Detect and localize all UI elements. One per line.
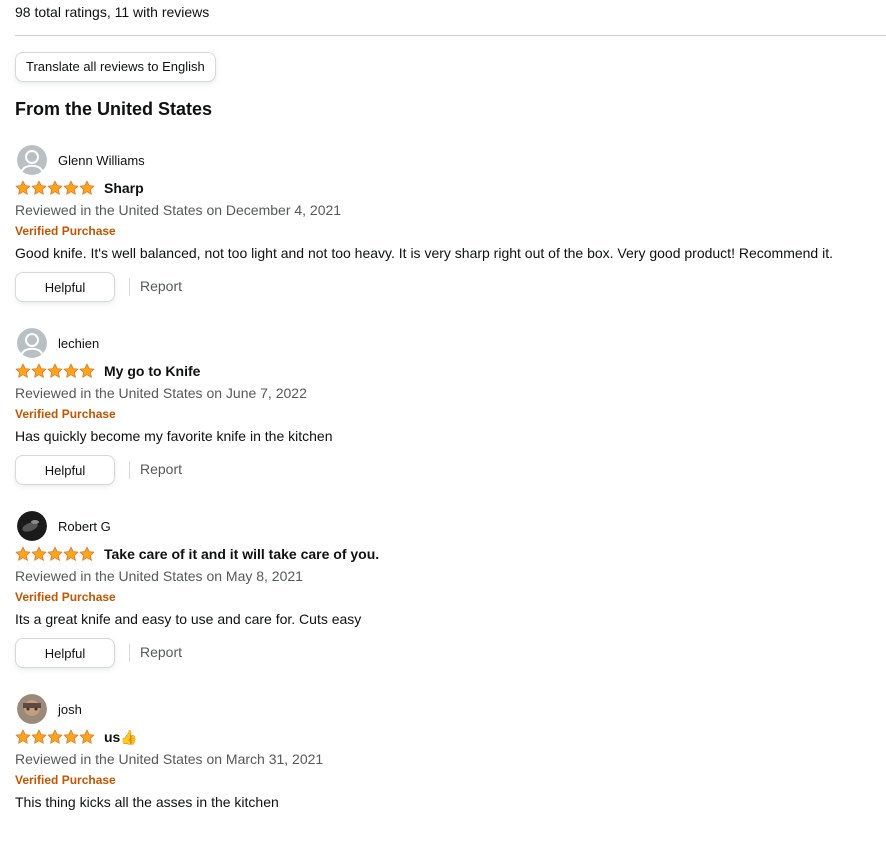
review-date: Reviewed in the United States on May 8, … [15, 568, 303, 584]
avatar-icon [17, 145, 47, 175]
star-rating[interactable] [15, 180, 95, 196]
review-date: Reviewed in the United States on Decembe… [15, 202, 342, 218]
review-body: Its a great knife and easy to use and ca… [15, 611, 362, 627]
rating-line: Sharp [15, 179, 144, 197]
separator [129, 278, 130, 296]
avatar-icon [17, 694, 47, 724]
star-icon [79, 363, 95, 379]
star-icon [47, 729, 63, 745]
review-item: Glenn Williams Sharp Reviewed in the Uni… [15, 144, 875, 314]
verified-purchase-badge[interactable]: Verified Purchase [15, 224, 116, 238]
star-icon [31, 363, 47, 379]
reviewer[interactable]: Robert G [17, 510, 111, 542]
helpful-button[interactable]: Helpful [15, 638, 115, 668]
avatar-icon [17, 511, 47, 541]
star-icon [31, 546, 47, 562]
star-icon [15, 729, 31, 745]
translate-reviews-button[interactable]: Translate all reviews to English [15, 52, 216, 82]
section-title: From the United States [15, 99, 213, 119]
review-body: Has quickly become my favorite knife in … [15, 428, 333, 444]
divider [15, 35, 886, 36]
reviews-page: 98 total ratings, 11 with reviews Transl… [0, 0, 886, 818]
reviewer[interactable]: lechien [17, 327, 99, 359]
rating-line: us👍 [15, 728, 138, 746]
verified-purchase-badge[interactable]: Verified Purchase [15, 590, 116, 604]
review-item: Robert G Take care of it and it will tak… [15, 510, 875, 680]
review-body: This thing kicks all the asses in the ki… [15, 794, 279, 810]
review-body: Good knife. It's well balanced, not too … [15, 245, 833, 261]
reviewer-name: lechien [58, 335, 100, 351]
reviewer[interactable]: Glenn Williams [17, 144, 145, 176]
star-icon [47, 363, 63, 379]
star-icon [63, 546, 79, 562]
rating-line: My go to Knife [15, 362, 200, 380]
star-icon [79, 180, 95, 196]
star-rating[interactable] [15, 729, 95, 745]
review-title[interactable]: My go to Knife [104, 363, 200, 379]
review-item: josh us👍 Reviewed in the United States o… [15, 693, 875, 863]
star-icon [31, 180, 47, 196]
report-link[interactable]: Report [140, 461, 182, 477]
separator [129, 461, 130, 479]
star-rating[interactable] [15, 363, 95, 379]
helpful-button[interactable]: Helpful [15, 272, 115, 302]
star-rating[interactable] [15, 546, 95, 562]
reviewer-name: Glenn Williams [58, 152, 145, 168]
review-date: Reviewed in the United States on June 7,… [15, 385, 307, 401]
star-icon [47, 546, 63, 562]
reviewer-name: josh [58, 701, 82, 717]
review-title[interactable]: Sharp [104, 180, 144, 196]
reviewer[interactable]: josh [17, 693, 82, 725]
report-link[interactable]: Report [140, 644, 182, 660]
avatar-icon [17, 328, 47, 358]
ratings-summary: 98 total ratings, 11 with reviews [15, 4, 210, 20]
star-icon [63, 363, 79, 379]
verified-purchase-badge[interactable]: Verified Purchase [15, 407, 116, 421]
star-icon [15, 546, 31, 562]
star-icon [31, 729, 47, 745]
star-icon [63, 729, 79, 745]
star-icon [15, 180, 31, 196]
verified-purchase-badge[interactable]: Verified Purchase [15, 773, 116, 787]
star-icon [79, 546, 95, 562]
review-item: lechien My go to Knife Reviewed in the U… [15, 327, 875, 497]
star-icon [79, 729, 95, 745]
review-title[interactable]: Take care of it and it will take care of… [104, 546, 379, 562]
reviewer-name: Robert G [58, 518, 111, 534]
report-link[interactable]: Report [140, 278, 182, 294]
review-date: Reviewed in the United States on March 3… [15, 751, 324, 767]
review-title[interactable]: us👍 [104, 729, 138, 746]
star-icon [15, 363, 31, 379]
helpful-button[interactable]: Helpful [15, 455, 115, 485]
star-icon [47, 180, 63, 196]
rating-line: Take care of it and it will take care of… [15, 545, 379, 563]
separator [129, 644, 130, 662]
star-icon [63, 180, 79, 196]
